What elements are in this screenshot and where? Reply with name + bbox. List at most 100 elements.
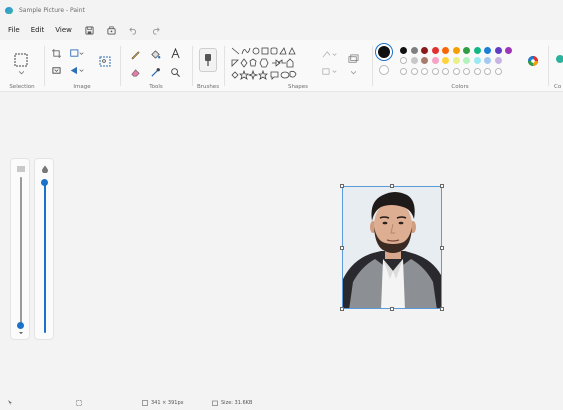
shapes-label: Shapes <box>287 84 309 90</box>
shapes-gallery[interactable] <box>230 45 312 81</box>
size-slider-track[interactable] <box>20 177 22 325</box>
layers-icon[interactable] <box>346 52 360 66</box>
text-tool-icon[interactable] <box>168 46 182 61</box>
image-edit-icon[interactable] <box>98 54 112 68</box>
resize-handle-left[interactable] <box>340 246 344 250</box>
palette-color-swatch[interactable] <box>431 57 439 64</box>
palette-color-swatch[interactable] <box>494 57 502 64</box>
resize-handle-bottom[interactable] <box>390 307 394 311</box>
brushes-group: Brushes <box>194 42 222 92</box>
image-group: Image <box>46 42 118 92</box>
ribbon-divider <box>120 46 121 86</box>
status-bar: 341 × 391px Size: 31.6KB <box>0 398 563 410</box>
resize-icon[interactable] <box>68 47 86 59</box>
custom-color-slot[interactable] <box>452 68 460 75</box>
palette-color-swatch[interactable] <box>473 47 481 54</box>
colors-label: Colors <box>451 84 469 90</box>
title-bar: Sample Picture - Paint <box>0 0 563 20</box>
palette-color-swatch[interactable] <box>463 57 470 64</box>
resize-handle-top-right[interactable] <box>440 184 444 188</box>
palette-color-swatch[interactable] <box>463 47 470 54</box>
opacity-slider-track[interactable] <box>44 183 46 333</box>
palette-color-swatch[interactable] <box>452 47 460 54</box>
menu-bar: File Edit View <box>0 21 171 39</box>
palette-color-swatch[interactable] <box>400 47 407 54</box>
crop-icon[interactable] <box>50 47 62 59</box>
selection-label: Selection <box>9 84 35 90</box>
palette-color-swatch[interactable] <box>505 47 512 54</box>
magnifier-icon[interactable] <box>168 65 182 79</box>
pencil-icon[interactable] <box>128 47 142 61</box>
palette-color-swatch[interactable] <box>473 57 481 64</box>
copilot-group: Co <box>550 42 563 92</box>
primary-color-swatch[interactable] <box>378 46 390 58</box>
menu-file[interactable]: File <box>8 26 20 34</box>
flip-icon[interactable] <box>68 64 86 76</box>
selection-size <box>76 400 85 406</box>
chevron-down-icon <box>17 331 24 336</box>
palette-color-swatch[interactable] <box>442 57 449 64</box>
palette-color-swatch[interactable] <box>410 47 418 54</box>
custom-color-slot[interactable] <box>473 68 481 75</box>
custom-color-slot[interactable] <box>431 68 439 75</box>
secondary-color-swatch[interactable] <box>379 65 389 75</box>
size-slider-thumb[interactable] <box>17 322 24 329</box>
eraser-icon[interactable] <box>128 65 142 79</box>
color-picker-icon[interactable] <box>148 65 162 79</box>
custom-color-slot[interactable] <box>400 68 407 75</box>
palette-color-swatch[interactable] <box>431 47 439 54</box>
custom-color-slot[interactable] <box>442 68 449 75</box>
edit-colors-icon[interactable] <box>526 54 540 68</box>
resize-handle-right[interactable] <box>440 246 444 250</box>
redo-icon[interactable] <box>149 23 163 37</box>
portrait-photo <box>343 187 441 308</box>
custom-color-slot[interactable] <box>410 68 418 75</box>
custom-color-slot[interactable] <box>463 68 470 75</box>
tools-label: Tools <box>149 84 163 90</box>
resize-handle-top[interactable] <box>390 184 394 188</box>
fill-bucket-icon[interactable] <box>148 47 162 61</box>
ribbon: Selection Image Tools Brushes Shapes Col… <box>0 40 563 92</box>
ribbon-divider <box>44 46 45 86</box>
chevron-down-icon[interactable] <box>17 70 25 76</box>
palette-color-swatch[interactable] <box>484 57 491 64</box>
cursor-position <box>8 400 16 406</box>
canvas-image[interactable] <box>342 186 442 309</box>
tools-group: Tools <box>122 42 190 92</box>
copilot-icon[interactable] <box>555 54 563 64</box>
menu-edit[interactable]: Edit <box>31 26 45 34</box>
palette-color-swatch[interactable] <box>494 47 502 54</box>
palette-color-swatch[interactable] <box>400 57 407 64</box>
ribbon-divider <box>372 46 373 86</box>
opacity-icon <box>40 164 49 173</box>
shape-outline-icon[interactable] <box>320 48 340 60</box>
custom-color-slot[interactable] <box>484 68 491 75</box>
shape-fill-icon[interactable] <box>320 65 340 77</box>
custom-color-slot[interactable] <box>494 68 502 75</box>
brush-icon[interactable] <box>199 48 217 72</box>
palette-color-swatch[interactable] <box>410 57 418 64</box>
chevron-down-icon[interactable] <box>348 69 358 77</box>
resize-handle-top-left[interactable] <box>340 184 344 188</box>
image-size: 341 × 391px <box>142 400 184 406</box>
ribbon-divider <box>548 46 549 86</box>
menu-view[interactable]: View <box>55 26 72 34</box>
palette-color-swatch[interactable] <box>421 47 428 54</box>
file-size-icon <box>212 400 218 406</box>
rotate-icon[interactable] <box>50 64 62 76</box>
ribbon-divider <box>224 46 225 86</box>
resize-handle-bottom-right[interactable] <box>440 307 444 311</box>
resize-handle-bottom-left[interactable] <box>340 307 344 311</box>
palette-color-swatch[interactable] <box>421 57 428 64</box>
save-icon[interactable] <box>83 23 97 37</box>
undo-icon[interactable] <box>127 23 141 37</box>
selection-rectangle-icon[interactable] <box>13 52 29 68</box>
custom-color-slot[interactable] <box>421 68 428 75</box>
pointer-icon <box>8 400 12 406</box>
palette-color-swatch[interactable] <box>452 57 460 64</box>
selection-size-icon <box>76 400 82 406</box>
brushes-label: Brushes <box>196 84 220 90</box>
share-icon[interactable] <box>105 23 119 37</box>
palette-color-swatch[interactable] <box>484 47 491 54</box>
palette-color-swatch[interactable] <box>442 47 449 54</box>
